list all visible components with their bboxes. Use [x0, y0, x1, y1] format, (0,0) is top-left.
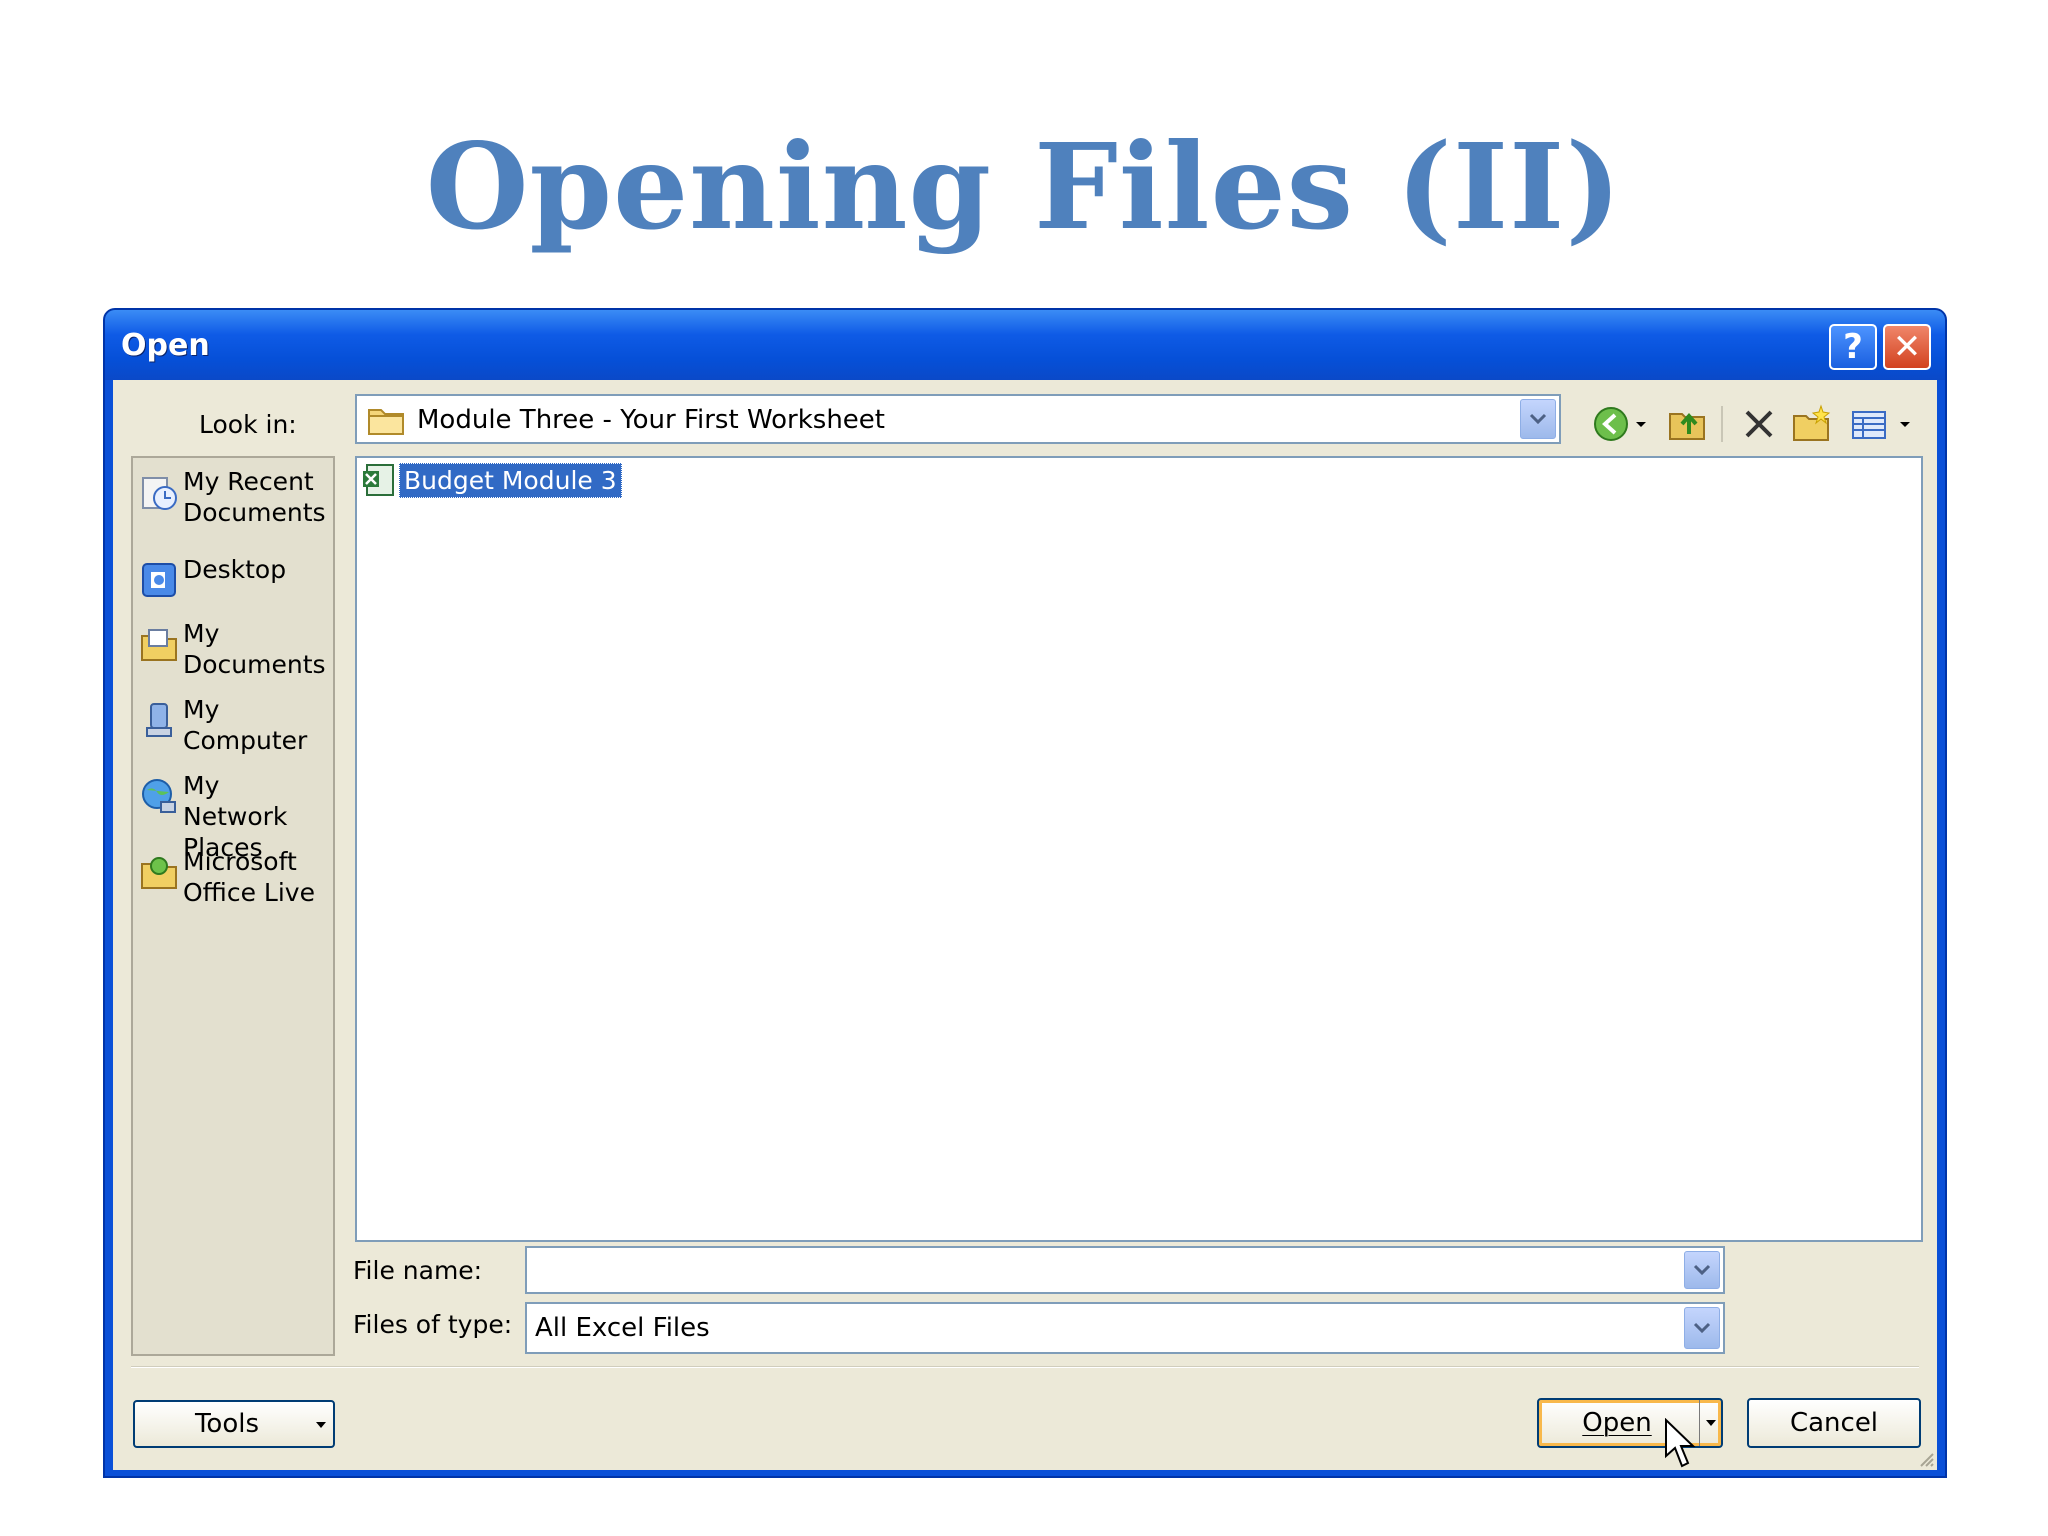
filetype-label: Files of type: [353, 1310, 513, 1339]
folder-icon [368, 409, 404, 435]
views-icon[interactable] [1849, 404, 1889, 444]
place-my-computer[interactable]: My Computer [139, 694, 329, 756]
back-icon[interactable] [1591, 404, 1631, 444]
file-name: Budget Module 3 [399, 462, 622, 498]
chevron-down-icon [1693, 1322, 1711, 1334]
place-label: Microsoft Office Live [183, 847, 315, 907]
cancel-label: Cancel [1789, 1408, 1879, 1438]
divider [131, 1366, 1919, 1368]
dialog-client-area: Look in: Module Three - Your First Works… [113, 380, 1937, 1470]
caret-down-icon [1705, 1420, 1716, 1426]
filetype-dropdown-button[interactable] [1684, 1307, 1720, 1349]
place-label: Desktop [183, 555, 287, 584]
places-bar: My Recent Documents Desktop My Documents [131, 456, 335, 1356]
open-dropdown-button[interactable] [1699, 1400, 1721, 1446]
filename-combo[interactable] [525, 1246, 1725, 1294]
open-dialog: Open ? ✕ Look in: Module Three - Your Fi… [103, 308, 1947, 1478]
chevron-down-icon [1693, 1264, 1711, 1276]
lookin-value: Module Three - Your First Worksheet [417, 405, 885, 435]
toolbar-separator [1721, 406, 1723, 442]
back-dropdown-icon[interactable] [1633, 404, 1649, 444]
dialog-titlebar[interactable]: Open ? ✕ [105, 310, 1945, 380]
filename-dropdown-button[interactable] [1684, 1251, 1720, 1289]
tools-button[interactable]: Tools [133, 1400, 335, 1448]
lookin-combo[interactable]: Module Three - Your First Worksheet [355, 394, 1561, 444]
new-folder-icon[interactable] [1791, 404, 1831, 444]
place-label: My Documents [183, 619, 326, 679]
delete-icon[interactable] [1739, 404, 1779, 444]
help-button[interactable]: ? [1829, 324, 1877, 370]
lookin-label: Look in: [199, 410, 297, 439]
up-folder-icon[interactable] [1667, 404, 1707, 444]
dialog-title: Open [121, 328, 210, 363]
office-live-icon [141, 857, 177, 889]
place-my-documents[interactable]: My Documents [139, 618, 329, 680]
resize-grip-icon[interactable] [1917, 1450, 1935, 1468]
place-desktop[interactable]: Desktop [139, 554, 329, 600]
place-recent-documents[interactable]: My Recent Documents [139, 466, 329, 528]
filetype-value: All Excel Files [535, 1313, 710, 1343]
slide-title: Opening Files (II) [425, 117, 1623, 256]
views-dropdown-icon[interactable] [1897, 404, 1913, 444]
filename-label: File name: [353, 1256, 483, 1285]
my-computer-icon [146, 703, 172, 737]
close-button[interactable]: ✕ [1883, 324, 1931, 370]
my-documents-icon [141, 629, 177, 661]
tools-label: Tools [194, 1409, 260, 1439]
desktop-icon [142, 563, 176, 597]
mouse-cursor-icon [1665, 1418, 1696, 1468]
excel-file-icon [363, 464, 394, 496]
place-label: My Recent Documents [183, 467, 326, 527]
network-places-icon [142, 779, 176, 813]
lookin-dropdown-button[interactable] [1520, 399, 1556, 439]
caret-down-icon [316, 1422, 326, 1428]
filetype-combo[interactable]: All Excel Files [525, 1302, 1725, 1354]
place-office-live[interactable]: Microsoft Office Live [139, 846, 329, 908]
open-label: Open [1582, 1408, 1652, 1438]
cancel-button[interactable]: Cancel [1747, 1398, 1921, 1448]
file-item[interactable]: Budget Module 3 [361, 462, 622, 498]
file-list[interactable]: Budget Module 3 [355, 456, 1923, 1242]
chevron-down-icon [1529, 413, 1547, 425]
place-label: My Computer [183, 695, 308, 755]
recent-documents-icon [142, 477, 177, 510]
